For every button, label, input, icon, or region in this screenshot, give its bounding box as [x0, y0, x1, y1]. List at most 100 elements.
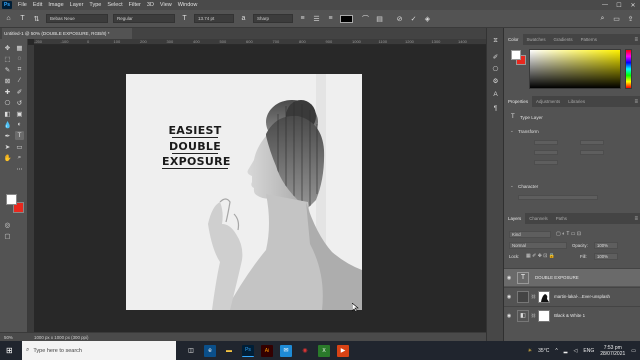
align-right-icon[interactable]: ≡	[326, 14, 335, 23]
history-icon[interactable]: ⧖	[491, 36, 500, 45]
color-panel-foreground[interactable]	[511, 50, 521, 60]
screen-mode-icon[interactable]: ▢	[3, 231, 12, 240]
layer-row-adjustment[interactable]: ◉ ◧ ⛓ Black & White 1	[504, 306, 640, 324]
notifications-icon[interactable]: ▭	[631, 348, 636, 354]
blur-tool-icon[interactable]: 💧	[3, 120, 12, 129]
layer-row-text[interactable]: ◉ T DOUBLE EXPOSURE	[504, 268, 640, 286]
dodge-tool-icon[interactable]: ◐	[15, 120, 24, 129]
eyedropper-tool-icon[interactable]: ⁄	[15, 76, 24, 85]
antialias-select[interactable]: Sharp	[253, 14, 293, 23]
zoom-level[interactable]: 50%	[4, 335, 13, 340]
mail-icon[interactable]: ✉	[280, 344, 292, 357]
menu-edit[interactable]: Edit	[30, 2, 45, 8]
menu-filter[interactable]: Filter	[126, 2, 144, 8]
text-orientation-icon[interactable]: ⇅	[32, 14, 41, 23]
tab-layers[interactable]: Layers	[504, 213, 526, 224]
panel-menu-icon[interactable]: ≡	[634, 216, 638, 222]
lock-icons[interactable]: ▦ ✐ ✥ ⊡ 🔒	[526, 253, 555, 259]
visibility-eye-icon[interactable]: ◉	[504, 275, 514, 281]
tab-color[interactable]: Color	[504, 34, 523, 45]
tab-adjustments[interactable]: Adjustments	[532, 96, 564, 107]
color-field[interactable]	[529, 49, 621, 89]
quick-mask-icon[interactable]: ◎	[3, 220, 12, 229]
align-left-icon[interactable]: ≡	[298, 14, 307, 23]
media-app-icon[interactable]: ▶	[337, 344, 349, 357]
filter-icons[interactable]: ▢ ◐ T ▭ ⊡	[556, 231, 581, 237]
opacity-field[interactable]: 100%	[594, 242, 618, 249]
menu-image[interactable]: Image	[45, 2, 66, 8]
search-icon[interactable]: ⌕	[598, 14, 607, 23]
eraser-tool-icon[interactable]: ◧	[3, 109, 12, 118]
close-icon[interactable]: ✕	[626, 0, 640, 10]
rectangle-tool-icon[interactable]: ▭	[15, 142, 24, 151]
adjust-icon[interactable]: ⚙	[491, 76, 500, 85]
marquee-tool-icon[interactable]: ⬚	[3, 54, 12, 63]
blend-mode-select[interactable]: Normal	[509, 242, 567, 249]
quick-select-tool-icon[interactable]: ✎	[3, 65, 12, 74]
minimize-icon[interactable]: —	[598, 0, 612, 10]
artboard-tool-icon[interactable]: ▦	[15, 43, 24, 52]
tab-patterns[interactable]: Patterns	[577, 34, 601, 45]
edge-browser-icon[interactable]: e	[204, 344, 216, 357]
section-character[interactable]: Character	[518, 184, 538, 189]
windows-start-icon[interactable]: ⊞	[6, 346, 13, 355]
tab-libraries[interactable]: Libraries	[564, 96, 589, 107]
menu-file[interactable]: File	[15, 2, 30, 8]
pen-tool-icon[interactable]: ✒	[3, 131, 12, 140]
transform-x-field[interactable]	[534, 150, 558, 155]
tab-channels[interactable]: Channels	[525, 213, 552, 224]
hue-slider[interactable]	[625, 49, 632, 89]
hand-tool-icon[interactable]: ✋	[3, 153, 12, 162]
section-transform[interactable]: Transform	[518, 129, 539, 134]
document-info[interactable]: 1000 px x 1000 px (300 ppi)	[34, 335, 88, 340]
chain-link-icon[interactable]: ⛓	[531, 294, 536, 299]
transform-w-field[interactable]	[534, 140, 558, 145]
weather-icon[interactable]: ☀	[528, 348, 532, 354]
paragraph-icon[interactable]: ¶	[491, 104, 500, 113]
headline-text[interactable]: EASIEST DOUBLE EXPOSURE	[162, 123, 230, 170]
illustrator-taskbar-icon[interactable]: Ai	[261, 344, 273, 357]
tab-paths[interactable]: Paths	[552, 213, 571, 224]
task-view-icon[interactable]: ◫	[185, 345, 197, 357]
home-icon[interactable]: ⌂	[4, 14, 13, 23]
type-tool-preset-icon[interactable]: T	[18, 14, 27, 23]
share-icon[interactable]: ⇪	[626, 14, 635, 23]
zoom-tool-icon[interactable]: ⌕	[15, 153, 24, 162]
path-select-tool-icon[interactable]: ➤	[3, 142, 12, 151]
gradient-tool-icon[interactable]: ▣	[15, 109, 24, 118]
photoshop-taskbar-icon[interactable]: Ps	[242, 344, 254, 357]
glyphs-icon[interactable]: A	[491, 90, 500, 99]
brush-settings-icon[interactable]: ✐	[491, 52, 500, 61]
menu-layer[interactable]: Layer	[67, 2, 87, 8]
menu-window[interactable]: Window	[175, 2, 201, 8]
menu-3d[interactable]: 3D	[144, 2, 157, 8]
clock[interactable]: 7:53 pm 28/07/2021	[600, 345, 625, 357]
healing-brush-tool-icon[interactable]: ✚	[3, 87, 12, 96]
tab-swatches[interactable]: Swatches	[523, 34, 550, 45]
font-size-select[interactable]: 13.74 pt	[194, 14, 234, 23]
lasso-tool-icon[interactable]: ◌	[15, 54, 24, 63]
text-color-swatch[interactable]	[340, 14, 353, 23]
crop-tool-icon[interactable]: ⌗	[15, 65, 24, 74]
history-brush-tool-icon[interactable]: ↺	[15, 98, 24, 107]
clone-stamp-tool-icon[interactable]: ⎔	[3, 98, 12, 107]
language-indicator[interactable]: ENG	[583, 348, 594, 354]
document-canvas[interactable]: EASIEST DOUBLE EXPOSURE	[126, 74, 362, 310]
menu-type[interactable]: Type	[86, 2, 104, 8]
visibility-eye-icon[interactable]: ◉	[504, 294, 514, 300]
panel-menu-icon[interactable]: ≡	[634, 37, 638, 43]
chevron-down-icon[interactable]: ⌄	[510, 128, 514, 134]
font-style-select[interactable]: Regular	[113, 14, 175, 23]
warp-text-icon[interactable]: ⌒	[361, 14, 370, 23]
move-tool-icon[interactable]: ✥	[3, 43, 12, 52]
transform-angle-field[interactable]	[534, 160, 558, 165]
character-panel-icon[interactable]: ▤	[375, 14, 384, 23]
visibility-eye-icon[interactable]: ◉	[504, 313, 514, 319]
chrome-icon[interactable]: ◉	[299, 345, 311, 357]
font-family-select[interactable]: Bebas Neue	[46, 14, 108, 23]
clone-source-icon[interactable]: ⎔	[491, 64, 500, 73]
tab-gradients[interactable]: Gradients	[550, 34, 577, 45]
more-tools-icon[interactable]: ⋯	[15, 164, 24, 173]
menu-view[interactable]: View	[157, 2, 175, 8]
align-center-icon[interactable]: ☰	[312, 14, 321, 23]
